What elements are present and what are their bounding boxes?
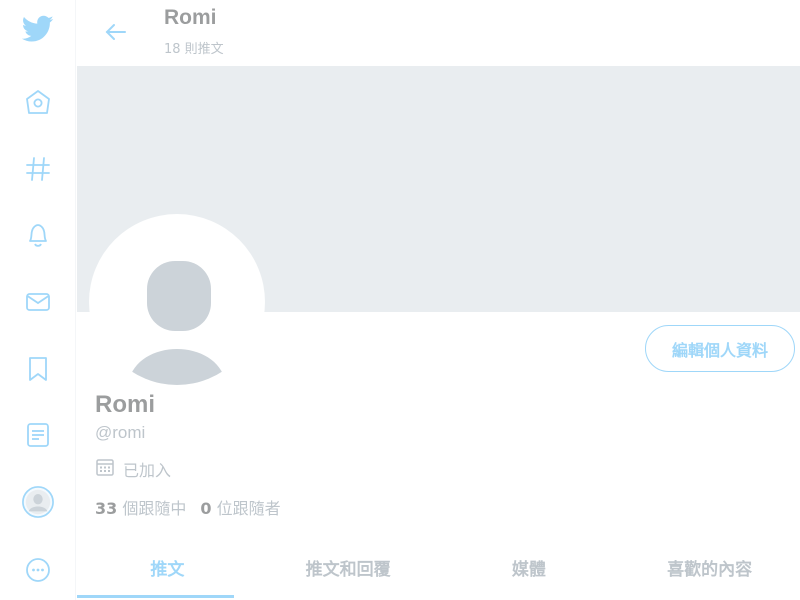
bell-icon[interactable] [22,219,54,251]
profile-avatar-icon[interactable] [22,486,54,518]
joined-info: 已加入 [95,457,171,481]
followers-label: 位跟隨者 [216,499,281,518]
followers-count: 0 [200,499,212,518]
default-avatar-icon [94,219,260,385]
more-icon[interactable] [22,554,54,586]
tab-media[interactable]: 媒體 [439,538,620,596]
tab-tweets[interactable]: 推文 [77,538,258,598]
profile-handle: @romi [95,423,146,442]
home-icon[interactable] [22,86,54,118]
profile-name: Romi [95,391,155,418]
edit-profile-button[interactable]: 編輯個人資料 [645,325,795,372]
following-count: 33 [95,499,118,518]
profile-avatar[interactable] [89,214,265,390]
tab-tweets-and-replies[interactable]: 推文和回覆 [258,538,439,596]
follow-stats: 33 個跟隨中 0 位跟隨者 [95,495,281,519]
calendar-icon [95,457,115,481]
joined-label: 已加入 [123,461,172,480]
hashtag-icon[interactable] [22,153,54,185]
back-arrow-icon[interactable] [101,17,131,47]
profile-header: Romi 18 則推文 [77,0,800,66]
following-link[interactable]: 33 個跟隨中 [95,495,186,519]
following-label: 個跟隨中 [122,499,187,518]
tweet-count: 18 則推文 [164,42,224,57]
twitter-bird-icon[interactable] [22,13,54,45]
left-nav-rail [0,0,76,600]
list-icon[interactable] [22,419,54,451]
tab-likes[interactable]: 喜歡的內容 [619,538,800,596]
mail-icon[interactable] [22,286,54,318]
page-title: Romi [164,6,217,29]
followers-link[interactable]: 0 位跟隨者 [200,495,280,519]
profile-tabs: 推文 推文和回覆 媒體 喜歡的內容 [77,538,800,600]
bookmark-icon[interactable] [22,353,54,385]
